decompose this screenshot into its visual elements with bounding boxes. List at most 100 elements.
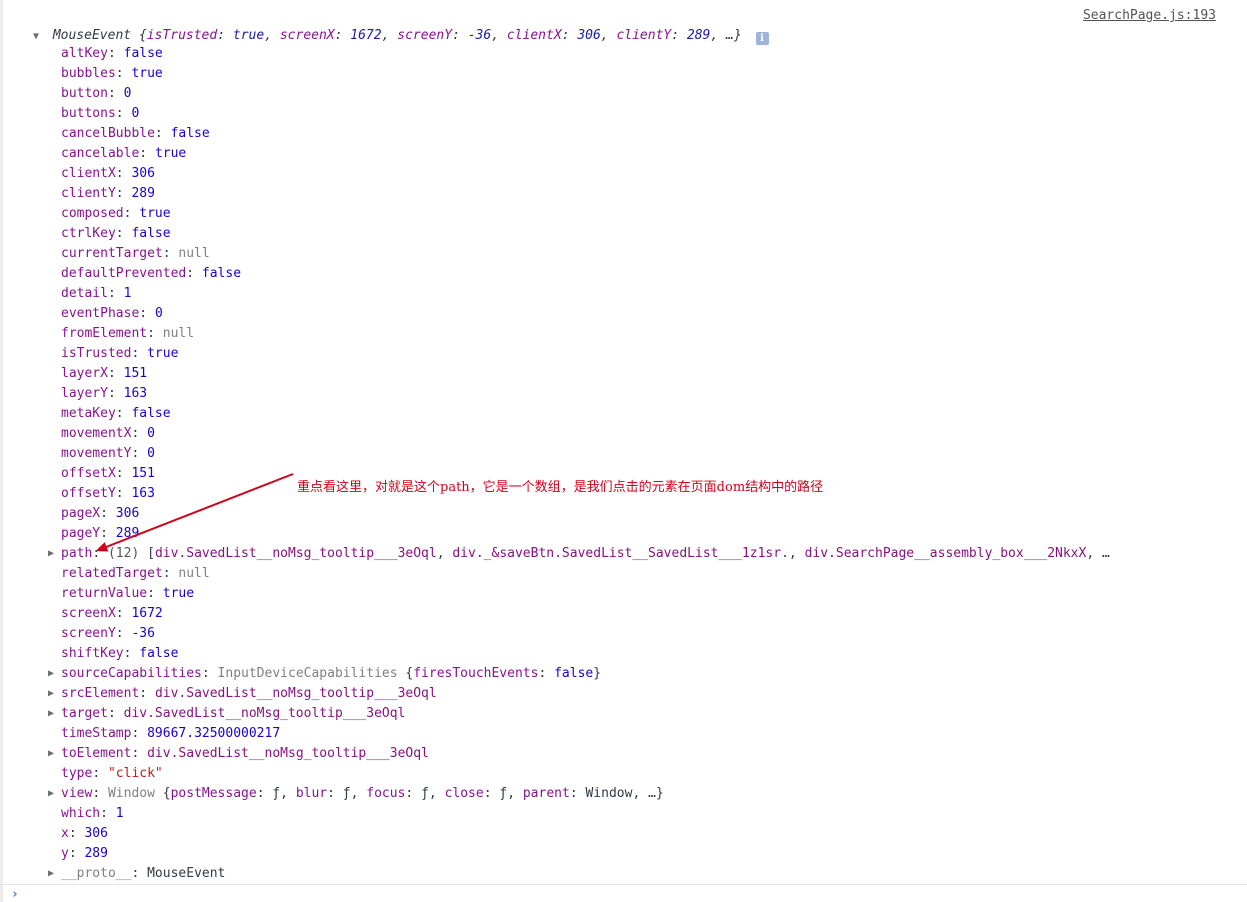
property-row-srcElement[interactable]: ▶ srcElement: div.SavedList__noMsg_toolti… (48, 684, 1110, 704)
console-prompt[interactable]: › (0, 884, 1247, 902)
property-row-movementY: movementY: 0 (48, 444, 1110, 464)
preview-separator: : (483, 786, 500, 801)
summary-pair-comma: , (491, 28, 507, 43)
summary-pair: clientX: 306, (507, 28, 617, 43)
property-value: 89667.32500000217 (147, 726, 281, 741)
property-value: true (139, 206, 171, 221)
property-value: true (162, 586, 195, 601)
preview-value: ƒ (342, 786, 351, 801)
left-gutter (0, 0, 3, 902)
preview-key: parent (522, 786, 570, 801)
summary-pair-value: true (232, 28, 265, 43)
property-separator: : (107, 86, 124, 101)
property-separator: : (123, 206, 140, 221)
property-row-pageX: pageX: 306 (48, 504, 1110, 524)
property-separator: : (68, 826, 85, 841)
summary-pair-comma: , (600, 28, 617, 43)
property-row-path[interactable]: ▶ path: (12) [div.SavedList__noMsg_toolti… (48, 544, 1110, 564)
annotation-note: 重点看这里，对就是这个path，它是一个数组，是我们点击的元素在页面dom结构中… (297, 480, 824, 495)
preview-key: close (444, 786, 484, 801)
property-row-currentTarget: currentTarget: null (48, 244, 1110, 264)
property-key: isTrusted (61, 346, 132, 361)
chevron-right-icon: › (11, 887, 19, 902)
array-open-bracket: [ (139, 546, 155, 561)
property-key: clientX (61, 166, 116, 181)
property-row-target[interactable]: ▶ target: div.SavedList__noMsg_tooltip___… (48, 704, 1110, 724)
property-value: 1 (115, 806, 124, 821)
property-separator: : (186, 266, 202, 281)
property-key: currentTarget (61, 246, 163, 261)
property-value: 289 (115, 526, 140, 541)
property-separator: : (139, 306, 155, 321)
summary-pair-value: 306 (577, 28, 601, 43)
triangle-right-icon[interactable]: ▶ (48, 684, 60, 704)
preview-value: ƒ (499, 786, 508, 801)
property-row-layerY: layerY: 163 (48, 384, 1110, 404)
source-link[interactable]: SearchPage.js:193 (1083, 8, 1216, 23)
property-key: defaultPrevented (61, 266, 187, 281)
triangle-right-icon[interactable]: ▶ (48, 704, 60, 724)
array-count: (12) (107, 546, 140, 561)
property-key: metaKey (61, 406, 116, 421)
property-key: target (61, 706, 108, 721)
property-key: cancelBubble (61, 126, 155, 141)
triangle-down-icon[interactable]: ▼ (33, 27, 45, 47)
summary-pair-value: 1672 (350, 28, 382, 43)
summary-pair-key: screenX (279, 28, 335, 43)
property-key: layerY (61, 386, 108, 401)
preview-separator: : (569, 786, 586, 801)
property-separator: : (115, 486, 132, 501)
property-row-y: y: 289 (48, 844, 1110, 864)
property-key: timeStamp (61, 726, 132, 741)
triangle-right-icon[interactable]: ▶ (48, 864, 60, 884)
property-separator: : (92, 786, 108, 801)
array-ellipsis: … (1101, 546, 1110, 561)
property-key: offsetY (61, 486, 116, 501)
triangle-right-icon[interactable]: ▶ (48, 544, 60, 564)
property-key: relatedTarget (61, 566, 163, 581)
property-key: returnValue (61, 586, 148, 601)
object-summary[interactable]: ▼ MouseEvent {isTrusted: true, screenX: … (33, 26, 769, 46)
triangle-right-icon[interactable]: ▶ (48, 664, 60, 684)
summary-class-name: MouseEvent (52, 28, 132, 43)
property-row-proto[interactable]: ▶ __proto__: MouseEvent (48, 864, 1110, 884)
property-key: altKey (61, 46, 108, 61)
property-row-toElement[interactable]: ▶ toElement: div.SavedList__noMsg_tooltip… (48, 744, 1110, 764)
property-row-screenY: screenY: -36 (48, 624, 1110, 644)
property-key: layerX (61, 366, 108, 381)
triangle-right-icon[interactable]: ▶ (48, 744, 60, 764)
property-row-buttons: buttons: 0 (48, 104, 1110, 124)
property-value: false (201, 266, 242, 281)
property-key: fromElement (61, 326, 148, 341)
summary-pair-key: clientY (616, 28, 672, 43)
summary-pair: screenY: -36, (397, 28, 507, 43)
property-value: 0 (147, 446, 155, 461)
preview-separator: : (256, 786, 273, 801)
property-key: ctrlKey (61, 226, 116, 241)
property-separator: : (115, 186, 132, 201)
preview-key: firesTouchEvents (413, 666, 539, 681)
property-separator: : (147, 586, 163, 601)
object-class: InputDeviceCapabilities (217, 666, 398, 681)
summary-pair-value: -36 (467, 28, 492, 43)
triangle-right-icon[interactable]: ▶ (48, 784, 60, 804)
property-separator: : (131, 726, 148, 741)
preview-comma: , (507, 786, 523, 801)
property-key: composed (61, 206, 124, 221)
property-key: pageY (61, 526, 101, 541)
property-value: false (170, 126, 210, 141)
property-row-view[interactable]: ▶ view: Window {postMessage: ƒ, blur: ƒ, … (48, 784, 1110, 804)
property-row-shiftKey: shiftKey: false (48, 644, 1110, 664)
array-comma: , (436, 546, 453, 561)
property-separator: : (115, 626, 132, 641)
summary-preview-pairs: isTrusted: true, screenX: 1672, screenY:… (147, 28, 726, 43)
property-row-sourceCapabilities[interactable]: ▶ sourceCapabilities: InputDeviceCapabili… (48, 664, 1110, 684)
property-key: pageX (61, 506, 101, 521)
property-value: null (178, 246, 210, 261)
property-key: button (61, 86, 108, 101)
property-value: 289 (84, 846, 108, 861)
preview-key: postMessage (170, 786, 257, 801)
property-row-which: which: 1 (48, 804, 1110, 824)
property-row-eventPhase: eventPhase: 0 (48, 304, 1110, 324)
property-row-screenX: screenX: 1672 (48, 604, 1110, 624)
